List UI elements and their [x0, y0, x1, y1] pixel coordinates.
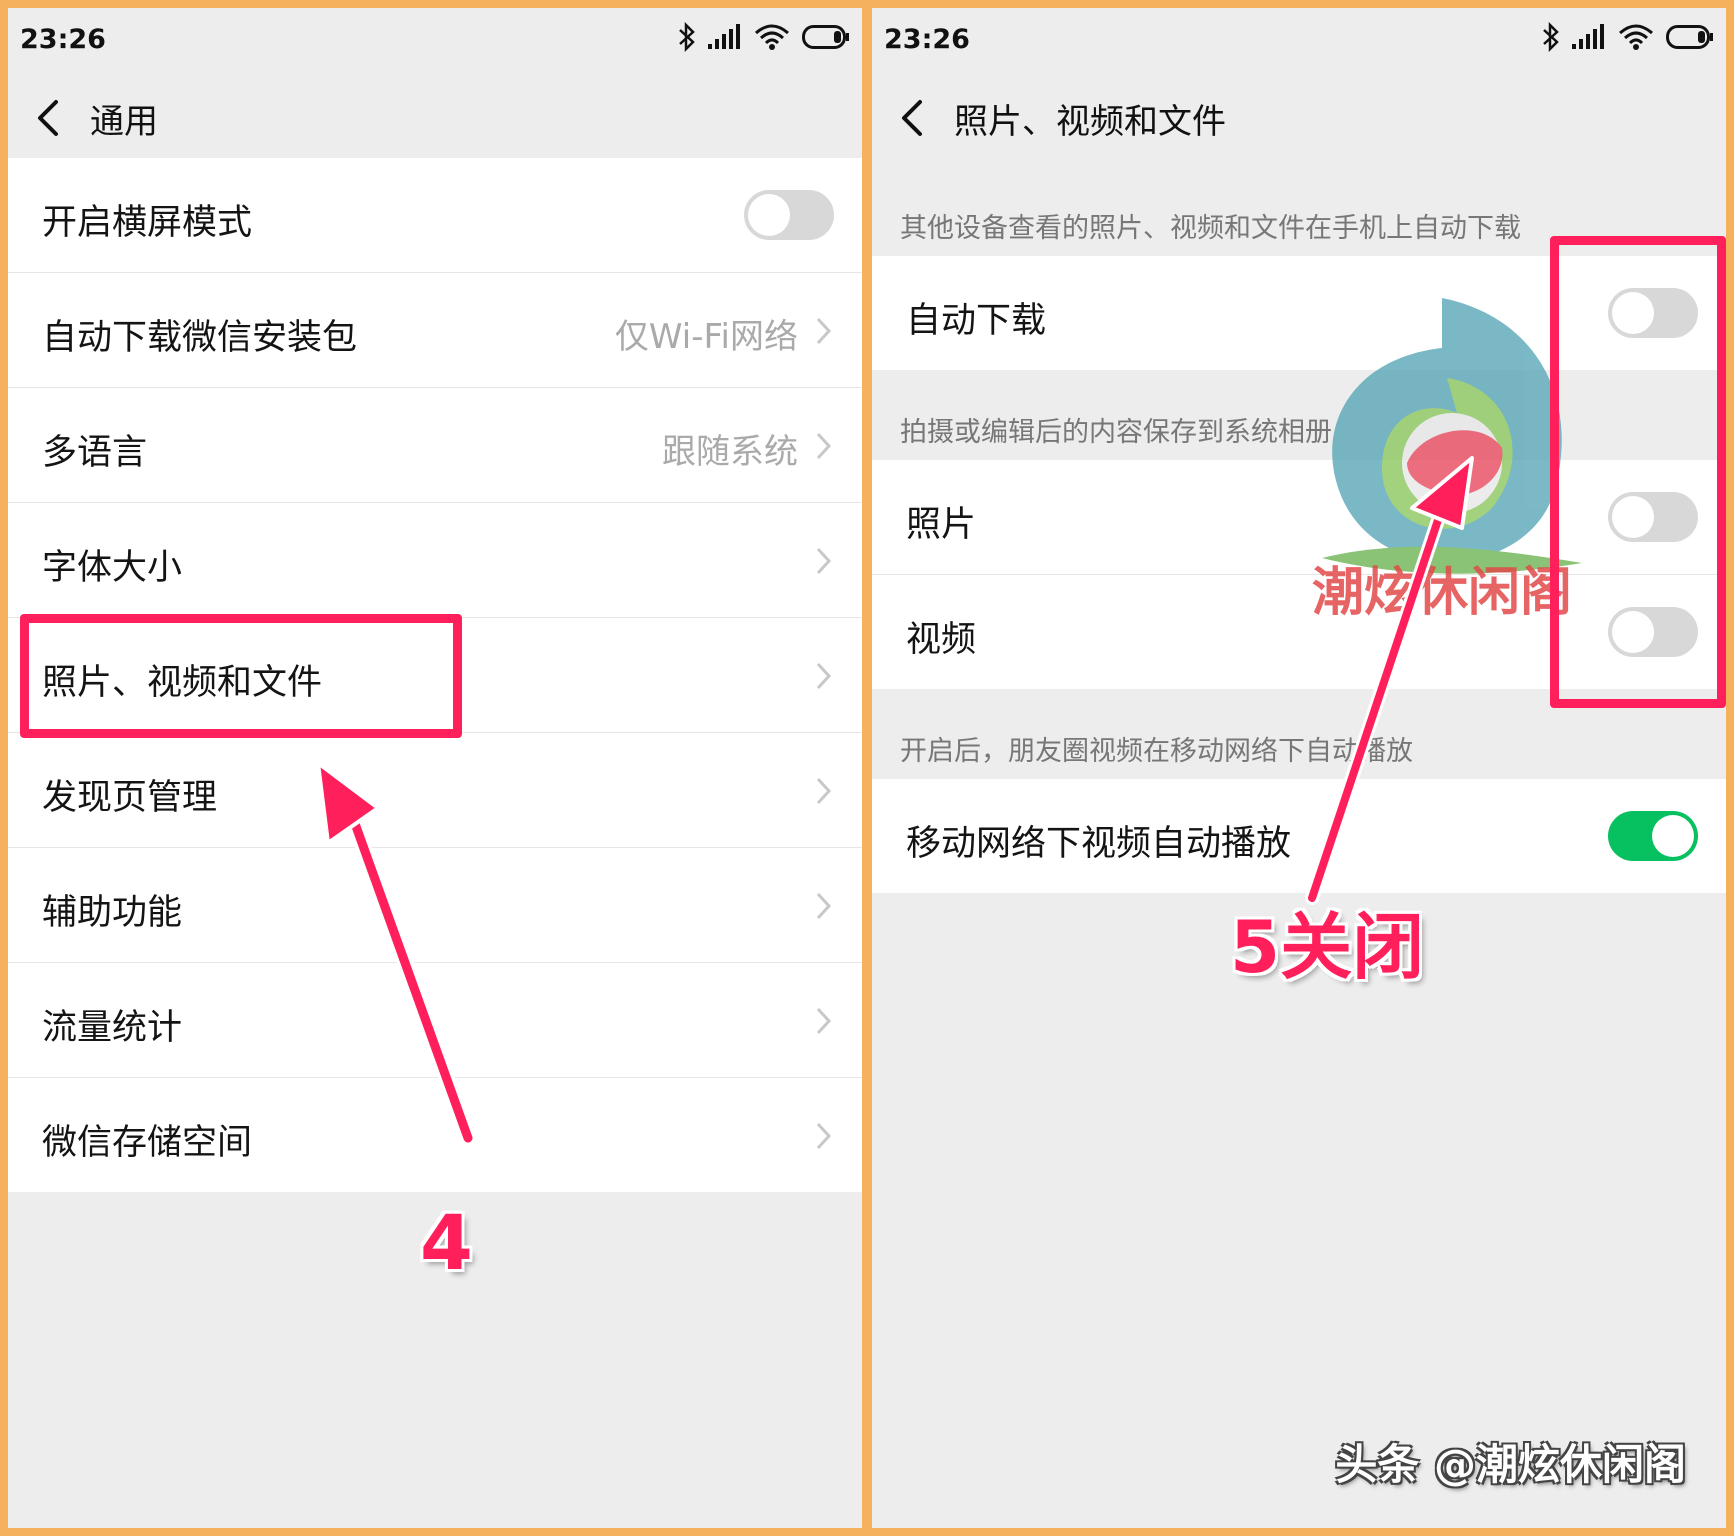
- step-number-4: 4: [420, 1198, 473, 1287]
- row-label: 照片: [906, 505, 977, 545]
- row-label: 移动网络下视频自动播放: [906, 824, 1292, 864]
- footer-watermark: 头条 @潮炫休闲阁: [1335, 1440, 1686, 1489]
- nav-bar: 照片、视频和文件: [872, 70, 1726, 166]
- back-arrow-icon[interactable]: [894, 96, 934, 140]
- section-header-text: 其他设备查看的照片、视频和文件在手机上自动下载: [900, 213, 1521, 244]
- chevron-right-icon: [816, 662, 832, 690]
- status-time: 23:26: [884, 24, 970, 55]
- row-label: 视频: [906, 620, 977, 660]
- section-header-text: 拍摄或编辑后的内容保存到系统相册: [900, 417, 1332, 448]
- row-label: 辅助功能: [42, 893, 183, 933]
- page-title: 通用: [90, 102, 158, 142]
- nav-bar: 通用: [8, 70, 862, 166]
- chevron-right-icon: [816, 432, 832, 460]
- page-title: 照片、视频和文件: [954, 102, 1226, 142]
- signal-icon: [708, 24, 740, 49]
- chevron-right-icon: [816, 547, 832, 575]
- right-screenshot-panel: 23:26 照片、视频和文件 其他设备查看的照片、视频和文件在手机上自动下载 自…: [872, 8, 1726, 1528]
- wifi-icon: [1619, 24, 1653, 50]
- row-label: 多语言: [42, 433, 148, 473]
- row-label: 开启横屏模式: [42, 203, 253, 243]
- row-label: 发现页管理: [42, 778, 218, 818]
- toggle-knob: [748, 194, 790, 236]
- row-auto-download-package[interactable]: 自动下载微信安装包 仅Wi-Fi网络: [8, 273, 862, 388]
- row-landscape-mode[interactable]: 开启横屏模式: [8, 158, 862, 273]
- back-arrow-icon[interactable]: [30, 96, 70, 140]
- highlight-box: [1550, 236, 1726, 708]
- left-screenshot-panel: 23:26 通用 开启横屏模式 自动下载微信安装包 仅Wi-Fi网络 多语言 跟…: [8, 8, 862, 1528]
- landscape-mode-toggle[interactable]: [744, 190, 834, 240]
- toggle-knob: [1652, 815, 1694, 857]
- bluetooth-icon: [679, 22, 695, 52]
- chevron-right-icon: [816, 1122, 832, 1150]
- status-icons: [1542, 22, 1714, 52]
- row-label: 字体大小: [42, 548, 183, 588]
- chevron-right-icon: [816, 777, 832, 805]
- row-language[interactable]: 多语言 跟随系统: [8, 388, 862, 503]
- status-icons: [678, 22, 850, 52]
- row-value: 跟随系统: [662, 432, 798, 472]
- row-label: 流量统计: [42, 1008, 183, 1048]
- status-bar: 23:26: [8, 8, 862, 70]
- autoplay-mobile-toggle[interactable]: [1608, 811, 1698, 861]
- status-time: 23:26: [20, 24, 106, 55]
- status-bar: 23:26: [872, 8, 1726, 70]
- bluetooth-icon: [1543, 22, 1559, 52]
- wifi-icon: [755, 24, 789, 50]
- annotation-arrow: [1305, 456, 1474, 905]
- step-label-5-close: 5关闭: [1230, 905, 1425, 989]
- annotation-arrow: [316, 761, 476, 1146]
- battery-icon: [802, 25, 849, 49]
- row-label: 自动下载: [906, 301, 1047, 341]
- row-label: 微信存储空间: [42, 1123, 253, 1163]
- row-font-size[interactable]: 字体大小: [8, 503, 862, 618]
- battery-icon: [1666, 25, 1713, 49]
- row-value: 仅Wi-Fi网络: [614, 317, 798, 357]
- chevron-right-icon: [816, 317, 832, 345]
- row-label: 自动下载微信安装包: [42, 318, 358, 358]
- chevron-right-icon: [816, 892, 832, 920]
- highlight-box: [20, 614, 462, 738]
- signal-icon: [1572, 24, 1604, 49]
- chevron-right-icon: [816, 1007, 832, 1035]
